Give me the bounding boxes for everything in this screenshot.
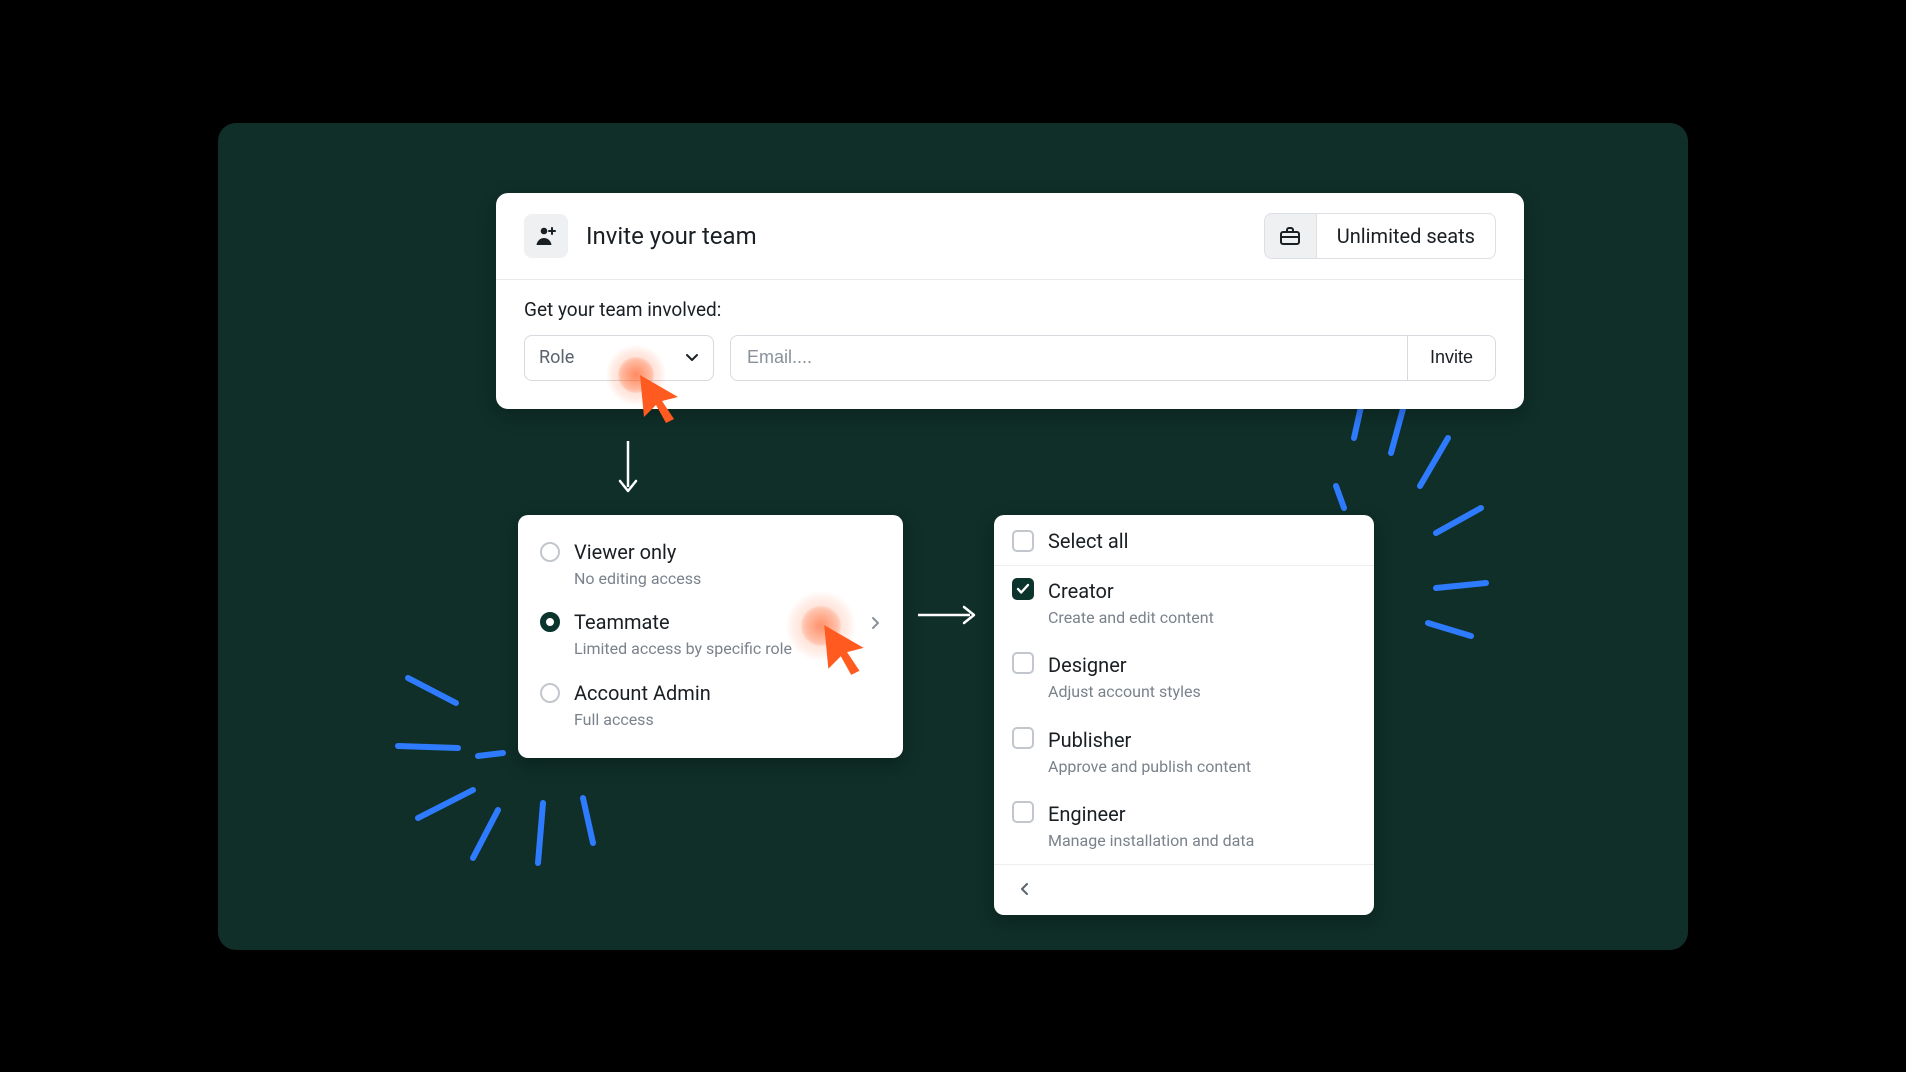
involved-label: Get your team involved: — [524, 298, 1496, 321]
email-group: Invite — [730, 335, 1496, 381]
checkbox-icon — [1012, 801, 1034, 823]
panel-footer — [994, 864, 1374, 915]
permissions-panel: Select all Creator Create and edit conte… — [994, 515, 1374, 915]
permission-option[interactable]: Engineer Manage installation and data — [994, 789, 1374, 864]
role-name: Account Admin — [574, 680, 711, 707]
perm-name: Engineer — [1048, 801, 1254, 828]
perm-desc: Manage installation and data — [1048, 830, 1254, 852]
checkbox-checked-icon — [1012, 578, 1034, 600]
back-button[interactable] — [1010, 875, 1038, 903]
arrow-right-icon — [916, 603, 982, 627]
chevron-left-icon — [1019, 882, 1029, 896]
role-desc: Limited access by specific role — [574, 638, 792, 660]
card-title: Invite your team — [586, 222, 757, 250]
stage: Invite your team Unlimited seats Get you… — [218, 123, 1688, 950]
permission-option[interactable]: Publisher Approve and publish content — [994, 715, 1374, 790]
perm-name: Publisher — [1048, 727, 1251, 754]
radio-icon — [540, 542, 560, 562]
perm-desc: Adjust account styles — [1048, 681, 1201, 703]
add-user-icon — [524, 214, 568, 258]
radio-selected-icon — [540, 612, 560, 632]
permission-option[interactable]: Designer Adjust account styles — [994, 640, 1374, 715]
role-select[interactable]: Role — [524, 335, 714, 381]
role-desc: Full access — [574, 709, 711, 731]
role-select-label: Role — [539, 347, 574, 368]
invite-button[interactable]: Invite — [1407, 336, 1495, 380]
select-all-label: Select all — [1048, 529, 1129, 553]
checkbox-icon — [1012, 727, 1034, 749]
perm-name: Designer — [1048, 652, 1201, 679]
role-name: Viewer only — [574, 539, 701, 566]
arrow-down-icon — [616, 439, 640, 499]
role-option[interactable]: Viewer only No editing access — [536, 529, 885, 600]
email-input[interactable] — [731, 336, 1407, 380]
role-name: Teammate — [574, 609, 792, 636]
role-desc: No editing access — [574, 568, 701, 590]
radio-icon — [540, 683, 560, 703]
invite-card: Invite your team Unlimited seats Get you… — [496, 193, 1524, 409]
card-body: Get your team involved: Role Invite — [496, 280, 1524, 409]
perm-desc: Create and edit content — [1048, 607, 1214, 629]
perm-name: Creator — [1048, 578, 1214, 605]
chevron-right-icon — [871, 615, 881, 634]
perm-desc: Approve and publish content — [1048, 756, 1251, 778]
role-option[interactable]: Teammate Limited access by specific role — [536, 599, 885, 670]
select-all-row[interactable]: Select all — [994, 515, 1374, 566]
seats-label: Unlimited seats — [1317, 214, 1495, 258]
checkbox-icon — [1012, 530, 1034, 552]
checkbox-icon — [1012, 652, 1034, 674]
chevron-down-icon — [685, 347, 699, 368]
card-header: Invite your team Unlimited seats — [496, 193, 1524, 280]
permission-option[interactable]: Creator Create and edit content — [994, 566, 1374, 641]
briefcase-icon — [1265, 214, 1317, 258]
role-dropdown: Viewer only No editing access Teammate L… — [518, 515, 903, 759]
role-option[interactable]: Account Admin Full access — [536, 670, 885, 741]
seats-badge: Unlimited seats — [1264, 213, 1496, 259]
